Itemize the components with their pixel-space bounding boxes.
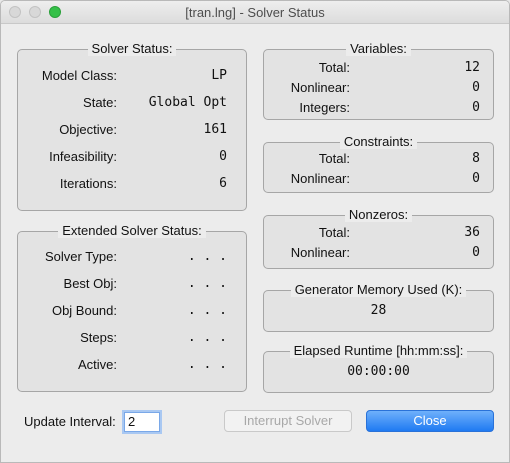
nonzeros-title: Nonzeros: [344, 207, 413, 222]
state-row: State: Global Opt [18, 94, 246, 112]
infeasibility-row: Infeasibility: 0 [18, 148, 246, 166]
variables-integers-row: Integers: 0 [264, 99, 493, 117]
variables-nonlinear-label: Nonlinear: [290, 80, 350, 95]
constraints-nonlinear-label: Nonlinear: [290, 171, 350, 186]
iterations-value: 6 [219, 176, 227, 191]
constraints-total-label: Total: [318, 151, 350, 166]
solver-status-window: [tran.lng] - Solver Status Solver Status… [0, 0, 510, 463]
nonzeros-total-label: Total: [318, 225, 350, 240]
solver-status-group: Solver Status: Model Class: LP State: Gl… [17, 41, 247, 211]
generator-memory-value: 28 [370, 303, 387, 318]
variables-integers-label: Integers: [299, 100, 350, 115]
update-interval-input[interactable]: 2 [124, 412, 160, 432]
constraints-group: Constraints: Total: 8 Nonlinear: 0 [263, 134, 494, 193]
best-obj-row: Best Obj: . . . [18, 275, 246, 293]
objective-value: 161 [203, 122, 227, 137]
constraints-nonlinear-value: 0 [472, 171, 480, 186]
iterations-label: Iterations: [59, 176, 117, 191]
close-button[interactable]: Close [366, 410, 494, 432]
objective-row: Objective: 161 [18, 121, 246, 139]
solver-type-value: . . . [187, 249, 227, 264]
extended-status-title: Extended Solver Status: [58, 223, 206, 238]
active-value: . . . [187, 357, 227, 372]
active-row: Active: . . . [18, 356, 246, 374]
nonzeros-nonlinear-row: Nonlinear: 0 [264, 244, 493, 262]
steps-value: . . . [187, 330, 227, 345]
best-obj-value: . . . [187, 276, 227, 291]
steps-row: Steps: . . . [18, 329, 246, 347]
window-title: [tran.lng] - Solver Status [185, 5, 325, 20]
model-class-row: Model Class: LP [18, 67, 246, 85]
active-label: Active: [77, 357, 117, 372]
generator-memory-title: Generator Memory Used (K): [290, 282, 467, 297]
steps-label: Steps: [80, 330, 117, 345]
solver-status-title: Solver Status: [87, 41, 177, 56]
variables-total-value: 12 [464, 60, 480, 75]
objective-label: Objective: [59, 122, 117, 137]
infeasibility-value: 0 [219, 149, 227, 164]
variables-integers-value: 0 [472, 100, 480, 115]
elapsed-runtime-value: 00:00:00 [347, 364, 410, 379]
nonzeros-nonlinear-value: 0 [472, 245, 480, 260]
interrupt-solver-button[interactable]: Interrupt Solver [224, 410, 352, 432]
extended-solver-status-group: Extended Solver Status: Solver Type: . .… [17, 223, 247, 392]
constraints-nonlinear-row: Nonlinear: 0 [264, 170, 493, 188]
variables-nonlinear-row: Nonlinear: 0 [264, 79, 493, 97]
solver-type-row: Solver Type: . . . [18, 248, 246, 266]
nonzeros-total-row: Total: 36 [264, 224, 493, 242]
variables-total-label: Total: [318, 60, 350, 75]
state-label: State: [83, 95, 117, 110]
model-class-value: LP [211, 68, 227, 83]
infeasibility-label: Infeasibility: [49, 149, 117, 164]
variables-title: Variables: [346, 41, 411, 56]
nonzeros-nonlinear-label: Nonlinear: [290, 245, 350, 260]
obj-bound-row: Obj Bound: . . . [18, 302, 246, 320]
nonzeros-total-value: 36 [464, 225, 480, 240]
variables-group: Variables: Total: 12 Nonlinear: 0 Intege… [263, 41, 494, 120]
solver-type-label: Solver Type: [44, 249, 117, 264]
elapsed-runtime-group: Elapsed Runtime [hh:mm:ss]: 00:00:00 [263, 343, 494, 393]
variables-nonlinear-value: 0 [472, 80, 480, 95]
state-value: Global Opt [148, 95, 227, 110]
constraints-title: Constraints: [339, 134, 418, 149]
obj-bound-value: . . . [187, 303, 227, 318]
obj-bound-label: Obj Bound: [51, 303, 117, 318]
model-class-label: Model Class: [41, 68, 117, 83]
constraints-total-value: 8 [472, 151, 480, 166]
generator-memory-group: Generator Memory Used (K): 28 [263, 282, 494, 332]
iterations-row: Iterations: 6 [18, 175, 246, 193]
elapsed-runtime-title: Elapsed Runtime [hh:mm:ss]: [289, 343, 468, 358]
best-obj-label: Best Obj: [63, 276, 117, 291]
title-bar: [tran.lng] - Solver Status [1, 1, 509, 24]
update-interval-label: Update Interval: [24, 414, 116, 429]
constraints-total-row: Total: 8 [264, 150, 493, 168]
nonzeros-group: Nonzeros: Total: 36 Nonlinear: 0 [263, 207, 494, 269]
variables-total-row: Total: 12 [264, 59, 493, 77]
